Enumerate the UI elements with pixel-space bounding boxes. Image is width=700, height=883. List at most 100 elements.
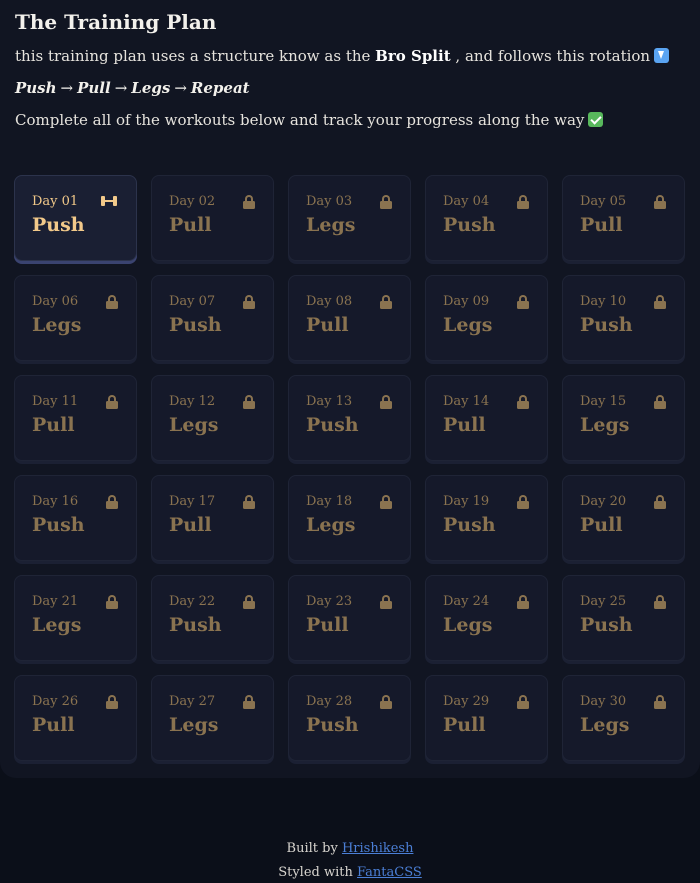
day-label: Day 15 [580,394,627,409]
workout-name: Legs [443,314,493,336]
page-title: The Training Plan [15,10,217,34]
arrow-down-icon [654,48,670,63]
day-card[interactable]: Day 12 Legs [151,375,274,461]
lock-icon [517,395,529,409]
lock-icon [243,295,255,309]
lock-icon [654,495,666,509]
day-card[interactable]: Day 04 Push [425,175,548,261]
day-card[interactable]: Day 29 Pull [425,675,548,761]
day-label: Day 19 [443,494,490,509]
workout-name: Legs [306,214,356,236]
day-card[interactable]: Day 11 Pull [14,375,137,461]
day-label: Day 17 [169,494,216,509]
workout-name: Pull [306,314,349,336]
lock-icon [517,695,529,709]
training-plan-panel: The Training Plan this training plan use… [0,0,700,778]
workout-name: Push [306,714,359,736]
fantacss-link[interactable]: FantaCSS [357,865,422,880]
day-label: Day 26 [32,694,79,709]
workout-name: Pull [580,214,623,236]
day-card[interactable]: Day 26 Pull [14,675,137,761]
day-label: Day 18 [306,494,353,509]
lock-icon [654,295,666,309]
lock-icon [106,395,118,409]
day-label: Day 20 [580,494,627,509]
day-card[interactable]: Day 30 Legs [562,675,685,761]
lock-icon [380,595,392,609]
day-label: Day 25 [580,594,627,609]
day-card[interactable]: Day 21 Legs [14,575,137,661]
day-card[interactable]: Day 19 Push [425,475,548,561]
day-card[interactable]: Day 22 Push [151,575,274,661]
lock-icon [243,695,255,709]
day-card[interactable]: Day 10 Push [562,275,685,361]
intro-bold: Bro Split [375,47,451,65]
day-label: Day 13 [306,394,353,409]
complete-text: Complete all of the workouts below and t… [15,111,585,129]
intro-text: this training plan uses a structure know… [15,47,670,65]
day-card[interactable]: Day 20 Pull [562,475,685,561]
workout-name: Legs [580,414,630,436]
lock-icon [380,195,392,209]
day-label: Day 29 [443,694,490,709]
day-card[interactable]: Day 16 Push [14,475,137,561]
lock-icon [654,695,666,709]
lock-icon [243,495,255,509]
workout-name: Legs [169,714,219,736]
workout-name: Push [169,314,222,336]
day-card[interactable]: Day 09 Legs [425,275,548,361]
lock-icon [517,595,529,609]
check-mark-icon [588,112,604,127]
day-card[interactable]: Day 03 Legs [288,175,411,261]
day-label: Day 27 [169,694,216,709]
rotation-arrow: → [60,79,74,97]
day-card[interactable]: Day 18 Legs [288,475,411,561]
workout-name: Pull [169,514,212,536]
day-card[interactable]: Day 17 Pull [151,475,274,561]
workout-name: Push [32,214,85,236]
day-label: Day 09 [443,294,490,309]
workout-grid: Day 01 Push Day 02 Pull Day 03 Legs Day 04 Push… [14,175,685,761]
built-by-label: Built by [286,841,338,856]
rotation-arrow: → [174,79,187,97]
intro-before: this training plan uses a structure know… [15,47,371,65]
day-label: Day 30 [580,694,627,709]
day-label: Day 07 [169,294,216,309]
day-card[interactable]: Day 08 Pull [288,275,411,361]
lock-icon [380,495,392,509]
day-card[interactable]: Day 02 Pull [151,175,274,261]
workout-name: Push [169,614,222,636]
workout-name: Legs [169,414,219,436]
workout-name: Legs [32,314,82,336]
lock-icon [654,395,666,409]
day-label: Day 11 [32,394,79,409]
rotation-step: Pull [77,79,111,97]
lock-icon [106,495,118,509]
day-card[interactable]: Day 27 Legs [151,675,274,761]
day-card[interactable]: Day 15 Legs [562,375,685,461]
day-card[interactable]: Day 01 Push [14,175,137,261]
styled-with-label: Styled with [278,865,353,880]
day-label: Day 01 [32,194,79,209]
day-card[interactable]: Day 23 Pull [288,575,411,661]
day-card[interactable]: Day 13 Push [288,375,411,461]
day-card[interactable]: Day 07 Push [151,275,274,361]
footer-built-by: Built by Hrishikesh [0,841,700,856]
lock-icon [380,695,392,709]
intro-after: , and follows this rotation [455,47,651,65]
day-card[interactable]: Day 05 Pull [562,175,685,261]
complete-instruction: Complete all of the workouts below and t… [15,111,604,129]
day-card[interactable]: Day 14 Pull [425,375,548,461]
workout-name: Push [32,514,85,536]
day-label: Day 03 [306,194,353,209]
workout-name: Push [580,614,633,636]
day-label: Day 06 [32,294,79,309]
day-card[interactable]: Day 28 Push [288,675,411,761]
workout-name: Push [306,414,359,436]
day-card[interactable]: Day 25 Push [562,575,685,661]
day-card[interactable]: Day 06 Legs [14,275,137,361]
day-label: Day 24 [443,594,490,609]
day-card[interactable]: Day 24 Legs [425,575,548,661]
author-link[interactable]: Hrishikesh [342,841,414,856]
dumbbell-icon [100,195,118,207]
